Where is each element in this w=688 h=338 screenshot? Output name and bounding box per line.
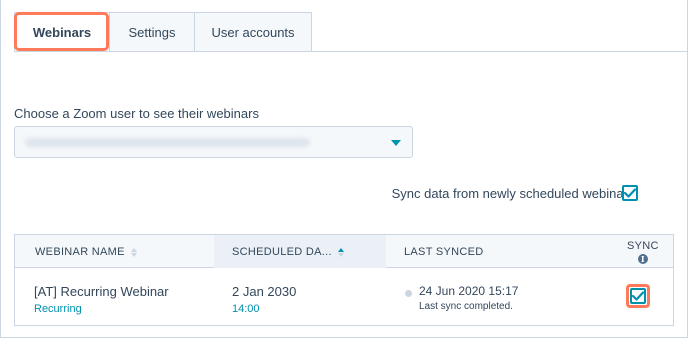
column-webinar-name-label: WEBINAR NAME bbox=[35, 246, 125, 258]
webinar-name-cell: [AT] Recurring Webinar Recurring bbox=[34, 284, 169, 315]
tab-webinars[interactable]: Webinars bbox=[14, 12, 110, 52]
tab-bar: Webinars Settings User accounts bbox=[14, 12, 312, 52]
scheduled-time: 14:00 bbox=[232, 303, 260, 315]
table-header: WEBINAR NAME SCHEDULED DA... LAST SYNCED… bbox=[14, 234, 674, 269]
checkmark-icon bbox=[632, 291, 644, 301]
tabs-divider bbox=[109, 51, 688, 52]
last-sync-status: Last sync completed. bbox=[419, 301, 513, 312]
last-synced-cell: 24 Jun 2020 15:17 Last sync completed. bbox=[419, 284, 518, 312]
tab-settings-label: Settings bbox=[128, 24, 176, 40]
sync-status-dot bbox=[405, 290, 412, 297]
tab-webinars-label: Webinars bbox=[32, 24, 92, 40]
column-scheduled-date[interactable]: SCHEDULED DA... bbox=[214, 235, 386, 269]
webinars-table: WEBINAR NAME SCHEDULED DA... LAST SYNCED… bbox=[14, 234, 674, 326]
column-webinar-name[interactable]: WEBINAR NAME bbox=[35, 235, 137, 269]
sort-icon bbox=[130, 247, 137, 257]
zoom-user-label: Choose a Zoom user to see their webinars bbox=[14, 106, 259, 121]
zoom-user-selected-value-redacted bbox=[25, 138, 310, 147]
table-row: [AT] Recurring Webinar Recurring 2 Jan 2… bbox=[14, 268, 674, 326]
tab-user-accounts[interactable]: User accounts bbox=[194, 12, 312, 52]
column-sync: SYNC i bbox=[627, 235, 659, 269]
column-last-synced: LAST SYNCED bbox=[404, 235, 484, 269]
info-icon[interactable]: i bbox=[637, 254, 648, 264]
webinar-type: Recurring bbox=[34, 303, 82, 315]
column-last-synced-label: LAST SYNCED bbox=[404, 246, 484, 258]
zoom-user-select[interactable] bbox=[14, 126, 413, 158]
sync-new-webinars-label: Sync data from newly scheduled webinars. bbox=[391, 186, 638, 201]
column-sync-label: SYNC bbox=[627, 240, 659, 252]
sync-new-webinars-checkbox[interactable] bbox=[622, 185, 638, 201]
checkmark-icon bbox=[624, 188, 636, 198]
sort-ascending-icon bbox=[337, 247, 344, 257]
row-sync-checkbox[interactable] bbox=[630, 288, 646, 304]
last-synced-time: 24 Jun 2020 15:17 bbox=[419, 284, 519, 298]
scheduled-date-cell: 2 Jan 2030 14:00 bbox=[232, 284, 296, 315]
column-scheduled-date-label: SCHEDULED DA... bbox=[232, 246, 332, 258]
caret-down-icon bbox=[391, 140, 401, 146]
tab-user-accounts-label: User accounts bbox=[211, 24, 295, 40]
webinar-name[interactable]: [AT] Recurring Webinar bbox=[34, 284, 169, 299]
tab-settings[interactable]: Settings bbox=[109, 12, 195, 52]
scheduled-date: 2 Jan 2030 bbox=[232, 284, 297, 299]
